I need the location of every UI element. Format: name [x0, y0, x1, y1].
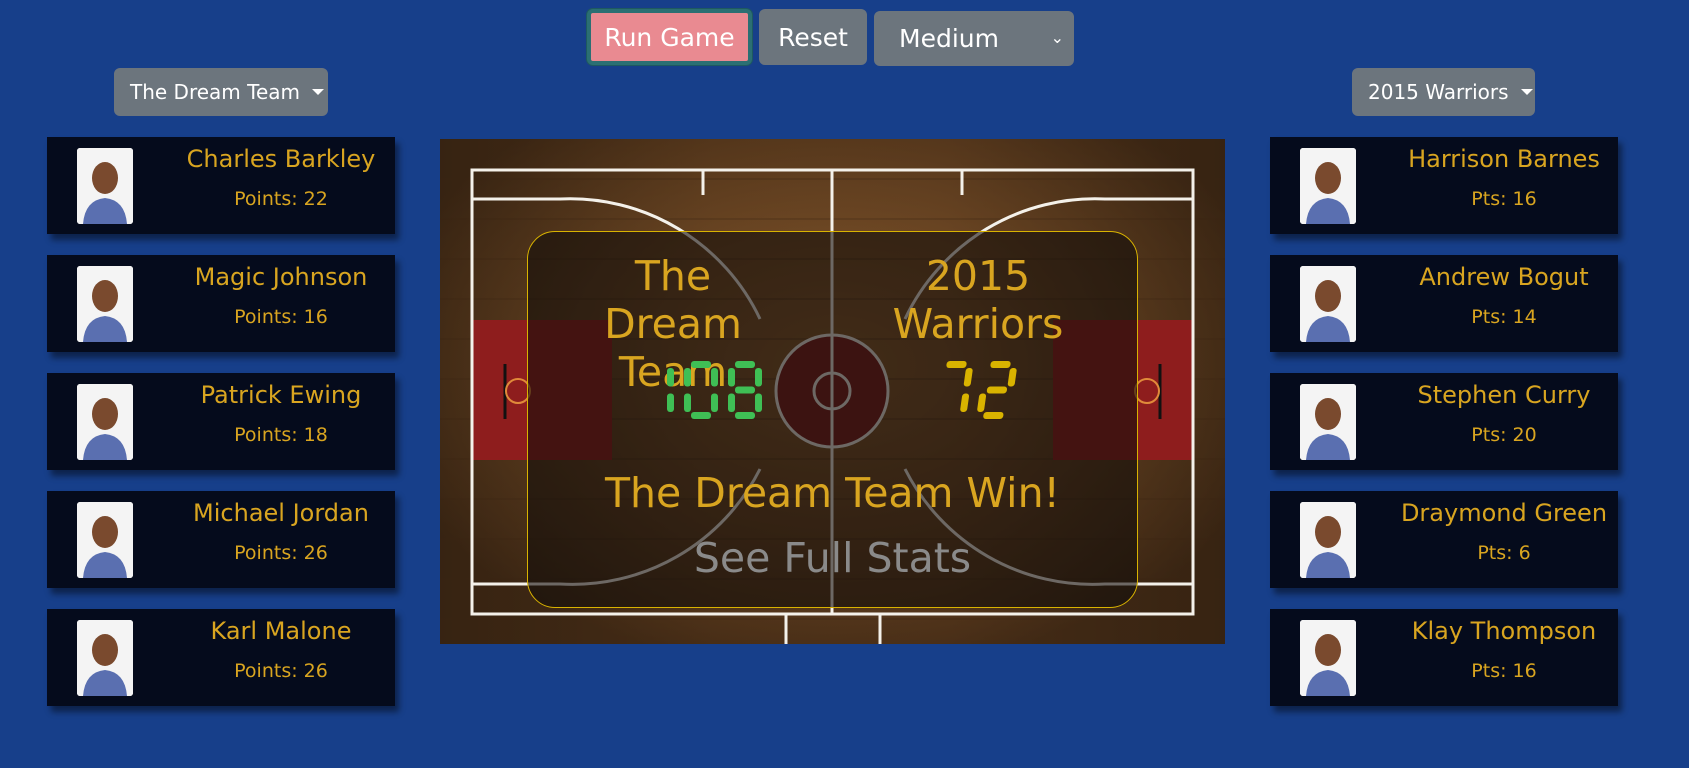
- left-team-dropdown-label: The Dream Team: [130, 80, 300, 104]
- scoreboard-overlay: The Dream Team 2015 Warriors The Dream T…: [527, 231, 1138, 608]
- digit-segment: [1007, 368, 1017, 387]
- digit-segment: [728, 393, 735, 412]
- right-team-dropdown-label: 2015 Warriors: [1368, 80, 1509, 104]
- digit-segment: [711, 393, 718, 412]
- score-digit: [667, 368, 674, 412]
- player-name: Stephen Curry: [1417, 381, 1591, 409]
- player-photo: [77, 384, 133, 460]
- player-photo: [1300, 266, 1356, 342]
- score-digit: [728, 361, 762, 419]
- digit-segment: [728, 368, 735, 387]
- see-full-stats-link[interactable]: See Full Stats: [528, 534, 1137, 582]
- digit-segment: [990, 361, 1011, 368]
- player-name: Harrison Barnes: [1408, 145, 1600, 173]
- digit-segment: [684, 393, 691, 412]
- left-team-player-card: Michael Jordan Points: 26: [47, 491, 395, 588]
- digit-segment: [735, 361, 755, 368]
- player-photo: [1300, 620, 1356, 696]
- player-name: Karl Malone: [210, 617, 352, 645]
- score-digit: [684, 361, 718, 419]
- player-name: Michael Jordan: [193, 499, 369, 527]
- difficulty-value: Medium: [899, 24, 999, 53]
- reset-button[interactable]: Reset: [759, 9, 867, 65]
- team2-score: [940, 357, 1040, 431]
- player-photo: [77, 620, 133, 696]
- right-team-player-card: Andrew Bogut Pts: 14: [1270, 255, 1618, 352]
- player-name: Charles Barkley: [186, 145, 376, 173]
- player-name: Magic Johnson: [194, 263, 368, 291]
- digit-segment: [667, 368, 674, 387]
- player-points: Points: 26: [234, 660, 328, 682]
- digit-segment: [977, 393, 987, 412]
- difficulty-select[interactable]: Medium ⌄: [874, 11, 1074, 66]
- chevron-down-icon: ⌄: [1050, 28, 1064, 47]
- digit-segment: [963, 368, 973, 387]
- player-name: Patrick Ewing: [200, 381, 362, 409]
- digit-segment: [755, 393, 762, 412]
- caret-down-icon: [312, 89, 324, 95]
- left-team-player-card: Karl Malone Points: 26: [47, 609, 395, 706]
- player-points: Pts: 6: [1477, 542, 1531, 564]
- digit-segment: [983, 412, 1004, 419]
- digit-segment: [735, 412, 755, 419]
- player-points: Pts: 16: [1471, 660, 1537, 682]
- player-name: Draymond Green: [1400, 499, 1608, 527]
- digit-segment: [684, 368, 691, 387]
- player-photo: [77, 148, 133, 224]
- score-digit: [946, 361, 973, 412]
- left-team-player-card: Magic Johnson Points: 16: [47, 255, 395, 352]
- digit-segment: [960, 393, 970, 412]
- digit-segment: [691, 412, 711, 419]
- score-digit: [977, 361, 1017, 419]
- digit-segment: [711, 368, 718, 387]
- right-team-player-card: Harrison Barnes Pts: 16: [1270, 137, 1618, 234]
- right-team-dropdown[interactable]: 2015 Warriors: [1352, 68, 1535, 116]
- player-points: Points: 16: [234, 306, 328, 328]
- player-points: Points: 22: [234, 188, 328, 210]
- team1-score-digits: [667, 361, 762, 419]
- right-team-player-card: Stephen Curry Pts: 20: [1270, 373, 1618, 470]
- right-team-player-card: Draymond Green Pts: 6: [1270, 491, 1618, 588]
- player-photo: [1300, 384, 1356, 460]
- player-points: Pts: 20: [1471, 424, 1537, 446]
- player-points: Pts: 16: [1471, 188, 1537, 210]
- player-points: Points: 26: [234, 542, 328, 564]
- caret-down-icon: [1520, 89, 1533, 95]
- team2-name: 2015 Warriors: [892, 252, 1064, 348]
- digit-segment: [986, 386, 1008, 394]
- player-photo: [77, 502, 133, 578]
- digit-segment: [691, 361, 711, 368]
- digit-segment: [735, 386, 755, 394]
- player-photo: [77, 266, 133, 342]
- right-team-player-card: Klay Thompson Pts: 16: [1270, 609, 1618, 706]
- player-photo: [1300, 502, 1356, 578]
- left-team-player-card: Charles Barkley Points: 22: [47, 137, 395, 234]
- run-game-button[interactable]: Run Game: [587, 9, 752, 65]
- player-photo: [1300, 148, 1356, 224]
- team2-score-digits: [946, 361, 1017, 419]
- player-points: Points: 18: [234, 424, 328, 446]
- game-result: The Dream Team Win!: [605, 469, 1060, 517]
- left-team-player-card: Patrick Ewing Points: 18: [47, 373, 395, 470]
- left-team-dropdown[interactable]: The Dream Team: [114, 68, 328, 116]
- team1-score: [640, 357, 770, 431]
- player-name: Klay Thompson: [1411, 617, 1597, 645]
- player-points: Pts: 14: [1471, 306, 1537, 328]
- digit-segment: [946, 361, 967, 368]
- digit-segment: [755, 368, 762, 387]
- player-name: Andrew Bogut: [1419, 263, 1589, 291]
- digit-segment: [667, 393, 674, 412]
